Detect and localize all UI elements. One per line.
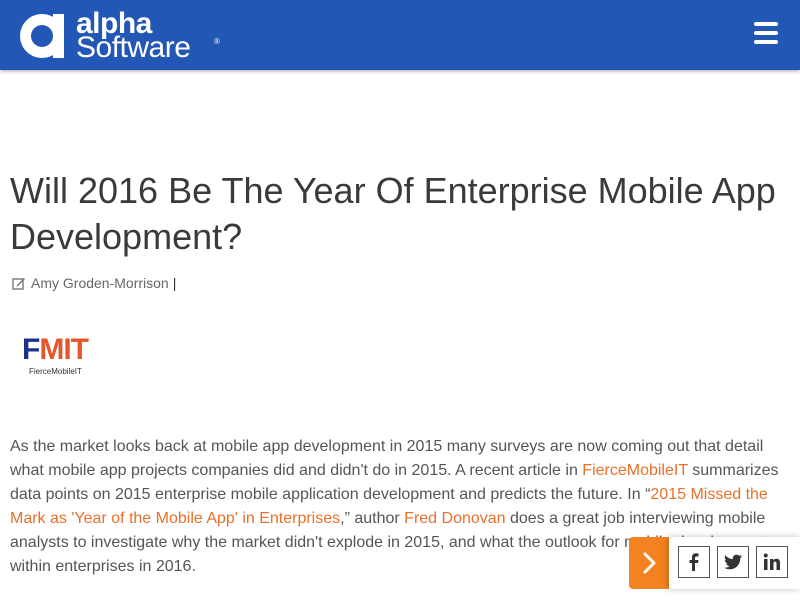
article-title: Will 2016 Be The Year Of Enterprise Mobi…: [10, 170, 776, 257]
article-byline: Amy Groden-Morrison |: [12, 275, 176, 291]
logo-letters-mit: MIT: [39, 333, 89, 366]
edit-icon: [12, 278, 25, 290]
alpha-software-logo[interactable]: alpha Software ®: [18, 7, 238, 64]
alpha-logo-icon: [20, 14, 64, 58]
fiercemobileit-logo: FMIT FierceMobileIT: [22, 334, 112, 380]
facebook-icon: [689, 553, 699, 571]
logo-letter-f: F: [22, 333, 40, 366]
linkedin-share-button[interactable]: [756, 546, 788, 578]
share-toggle-button[interactable]: [629, 537, 669, 589]
twitter-share-button[interactable]: [717, 546, 749, 578]
hamburger-menu-icon[interactable]: [752, 22, 782, 48]
facebook-share-button[interactable]: [678, 546, 710, 578]
fiercemobileit-link[interactable]: FierceMobileIT: [582, 462, 688, 479]
registered-mark: ®: [214, 37, 220, 46]
byline-separator: |: [172, 275, 177, 291]
author-link[interactable]: Fred Donovan: [404, 510, 505, 527]
site-header: alpha Software ®: [0, 0, 800, 70]
twitter-icon: [724, 554, 742, 570]
chevron-right-icon: [643, 552, 656, 574]
author-name[interactable]: Amy Groden-Morrison: [31, 275, 169, 291]
logo-subtitle: FierceMobileIT: [29, 367, 82, 376]
paragraph-text: ,” author: [340, 510, 405, 527]
social-share-bar: [669, 537, 800, 589]
linkedin-icon: [763, 553, 780, 570]
brand-name-software: Software: [76, 31, 191, 64]
